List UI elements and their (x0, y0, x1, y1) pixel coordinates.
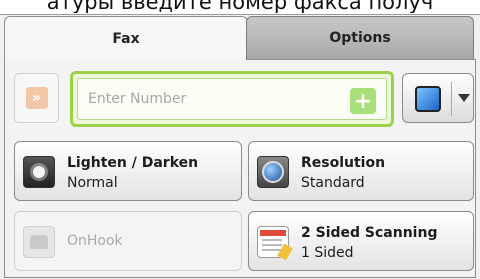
tab-fax-label: Fax (112, 30, 140, 47)
lighten-darken-label: Lighten / Darken (67, 155, 199, 171)
add-plus-icon: + (353, 88, 373, 114)
two-sided-scanning-label: 2 Sided Scanning (301, 225, 438, 241)
fax-number-input-box[interactable]: Enter Number + (77, 78, 387, 120)
tab-options[interactable]: Options (246, 16, 474, 60)
onhook-label: OnHook (67, 233, 123, 249)
lighten-darken-value: Normal (67, 175, 118, 191)
duplex-scan-icon (257, 226, 293, 261)
resolution-icon (257, 156, 289, 188)
resolution-button[interactable]: Resolution Standard (248, 141, 474, 201)
phone-icon (23, 226, 55, 258)
onhook-button[interactable]: OnHook (14, 211, 242, 271)
instruction-text: атуры введите номер факса получ (46, 0, 434, 13)
brightness-icon (23, 156, 55, 188)
resolution-label: Resolution (301, 155, 386, 171)
address-book-button[interactable] (402, 73, 474, 123)
tab-divider-line (246, 59, 476, 60)
speed-dial-button[interactable]: » (14, 73, 59, 123)
dropdown-caret-icon[interactable] (458, 94, 470, 102)
fax-number-placeholder: Enter Number (88, 91, 187, 107)
two-sided-scanning-button[interactable]: 2 Sided Scanning 1 Sided (248, 211, 474, 271)
fax-number-field[interactable]: Enter Number + (70, 71, 394, 127)
speed-dial-icon: » (25, 87, 48, 109)
tab-fax[interactable]: Fax (4, 16, 248, 60)
address-book-icon (415, 86, 441, 112)
lighten-darken-button[interactable]: Lighten / Darken Normal (14, 141, 242, 201)
address-book-divider (451, 82, 452, 116)
add-recipient-button[interactable]: + (350, 88, 376, 114)
two-sided-scanning-value: 1 Sided (301, 245, 354, 261)
resolution-value: Standard (301, 175, 365, 191)
tab-options-label: Options (329, 30, 391, 46)
